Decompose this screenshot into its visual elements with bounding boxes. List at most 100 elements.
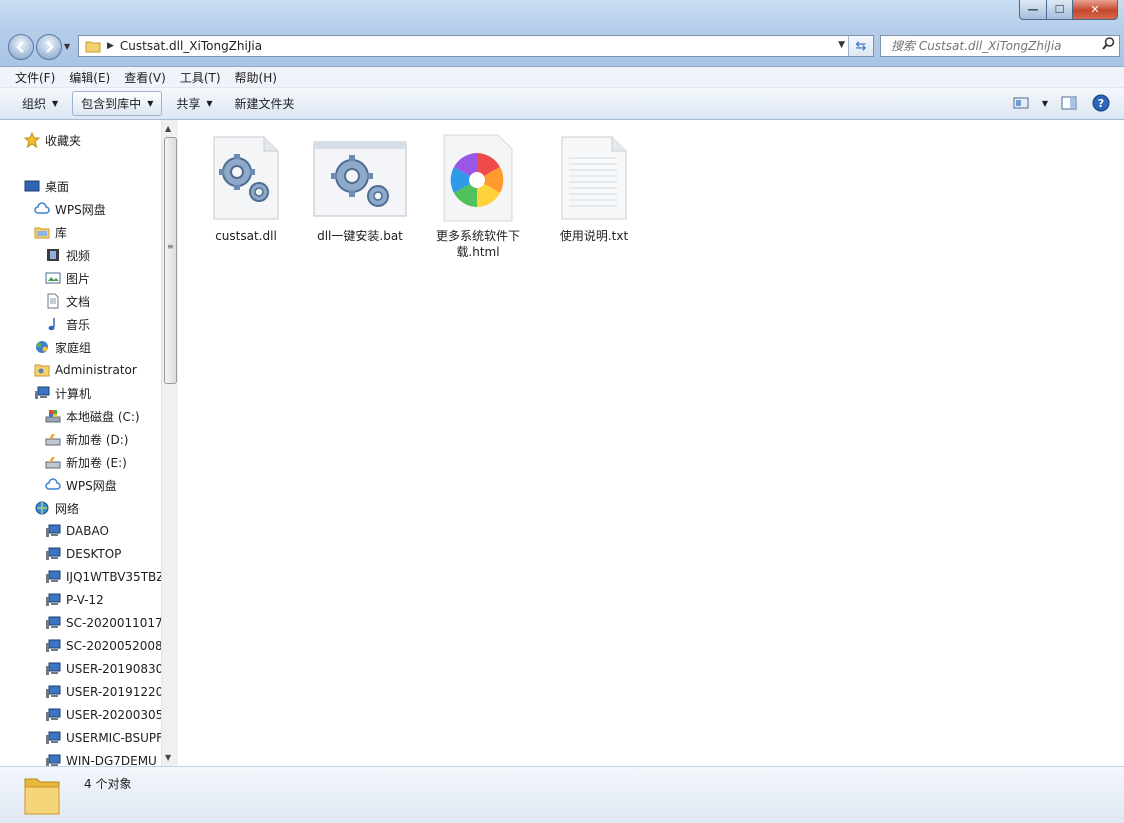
video-icon — [47, 249, 59, 261]
nav-documents[interactable]: 文档 — [45, 291, 90, 311]
txt-document-icon — [561, 136, 627, 220]
nav-host[interactable]: USERMIC-BSUPF — [45, 728, 163, 748]
library-icon — [34, 227, 50, 239]
nav-homegroup[interactable]: 家庭组 — [34, 337, 91, 357]
view-dropdown-icon[interactable]: ▼ — [1042, 99, 1048, 108]
nav-network[interactable]: 网络 — [34, 498, 79, 518]
search-input[interactable] — [889, 38, 1103, 54]
network-computer-icon — [46, 639, 61, 652]
window-controls: — ☐ ✕ — [1019, 0, 1118, 20]
nav-pictures[interactable]: 图片 — [45, 268, 90, 288]
document-icon — [47, 293, 59, 309]
file-item[interactable]: dll一键安装.bat — [312, 132, 408, 244]
organize-button[interactable]: 组织 ▼ — [14, 92, 66, 115]
network-computer-icon — [46, 708, 61, 721]
forward-button[interactable] — [36, 34, 62, 60]
nav-disk-c[interactable]: 本地磁盘 (C:) — [45, 406, 140, 426]
nav-favorites[interactable]: 收藏夹 — [24, 130, 81, 150]
title-bar: — ☐ ✕ ▼ ▶ Custsat.dll_XiTongZhiJia ▼ ⇆ — [0, 0, 1124, 67]
menu-edit[interactable]: 编辑(E) — [62, 69, 117, 86]
preview-pane-button[interactable] — [1058, 92, 1080, 114]
file-list[interactable]: custsat.dll dll一键安装.bat 更多系统软件下载.html 使用… — [178, 120, 1124, 766]
breadcrumb-current[interactable]: Custsat.dll_XiTongZhiJia — [120, 39, 262, 53]
nav-host[interactable]: SC-2020052008 — [45, 636, 163, 656]
user-folder-icon — [34, 364, 50, 377]
breadcrumb-separator-icon[interactable]: ▶ — [107, 41, 114, 51]
file-name: dll一键安装.bat — [317, 229, 403, 243]
nav-host[interactable]: USER-20191220 — [45, 682, 163, 702]
maximize-button[interactable]: ☐ — [1047, 0, 1073, 20]
share-button[interactable]: 共享 ▼ — [168, 92, 220, 115]
nav-wps-cloud-2[interactable]: WPS网盘 — [45, 475, 117, 495]
back-button[interactable] — [8, 34, 34, 60]
item-count: 4 个对象 — [84, 777, 132, 791]
search-icon[interactable] — [1102, 37, 1115, 54]
address-bar[interactable]: ▶ Custsat.dll_XiTongZhiJia ▼ ⇆ — [78, 35, 874, 57]
menu-help[interactable]: 帮助(H) — [228, 69, 284, 86]
nav-computer[interactable]: 计算机 — [34, 383, 91, 403]
system-drive-icon — [45, 410, 61, 423]
nav-videos[interactable]: 视频 — [45, 245, 90, 265]
navigation-pane: 收藏夹 桌面 WPS网盘 库 视频 图片 文档 音乐 家庭组 Administr… — [0, 120, 178, 766]
network-computer-icon — [46, 616, 61, 629]
nav-host[interactable]: USER-20190830 — [45, 659, 163, 679]
nav-host[interactable]: DABAO — [45, 521, 109, 541]
network-computer-icon — [46, 593, 61, 606]
nav-administrator[interactable]: Administrator — [34, 360, 137, 380]
back-arrow-icon — [16, 41, 24, 53]
computer-icon — [35, 386, 50, 399]
nav-host[interactable]: USER-20200305 — [45, 705, 163, 725]
nav-library[interactable]: 库 — [34, 222, 67, 242]
help-icon: ? — [1092, 94, 1110, 112]
refresh-button[interactable]: ⇆ — [848, 36, 873, 56]
nav-music[interactable]: 音乐 — [45, 314, 90, 334]
scroll-thumb[interactable] — [164, 137, 177, 384]
network-computer-icon — [46, 754, 61, 766]
menu-tools[interactable]: 工具(T) — [173, 69, 228, 86]
network-computer-icon — [46, 570, 61, 583]
cloud-icon — [45, 478, 61, 490]
network-computer-icon — [46, 662, 61, 675]
drive-icon — [45, 434, 61, 446]
new-folder-button[interactable]: 新建文件夹 — [227, 92, 303, 115]
nav-wps-cloud[interactable]: WPS网盘 — [34, 199, 106, 219]
homegroup-icon — [36, 341, 48, 353]
browser-html-icon — [443, 134, 513, 222]
nav-disk-e[interactable]: 新加卷 (E:) — [45, 452, 127, 472]
nav-desktop[interactable]: 桌面 — [24, 176, 69, 196]
nav-disk-d[interactable]: 新加卷 (D:) — [45, 429, 128, 449]
history-dropdown-icon[interactable]: ▼ — [64, 42, 70, 51]
file-item[interactable]: 使用说明.txt — [546, 132, 642, 244]
view-options-button[interactable] — [1010, 92, 1032, 114]
scroll-down-icon[interactable]: ▼ — [165, 753, 171, 762]
desktop-icon — [24, 180, 40, 192]
address-dropdown-icon[interactable]: ▼ — [838, 40, 845, 50]
chevron-down-icon: ▼ — [52, 99, 59, 108]
bat-gear-icon — [313, 141, 407, 217]
chevron-down-icon: ▼ — [206, 99, 213, 108]
refresh-icon: ⇆ — [855, 38, 867, 54]
network-icon — [35, 501, 49, 515]
nav-scrollbar[interactable]: ▲ ≡ ▼ — [161, 120, 178, 766]
nav-host[interactable]: DESKTOP — [45, 544, 121, 564]
menu-view[interactable]: 查看(V) — [117, 69, 173, 86]
file-name: 使用说明.txt — [559, 229, 629, 243]
nav-host[interactable]: P-V-12 — [45, 590, 104, 610]
menu-file[interactable]: 文件(F) — [8, 69, 62, 86]
close-button[interactable]: ✕ — [1073, 0, 1118, 20]
file-item[interactable]: 更多系统软件下载.html — [430, 132, 526, 260]
include-library-button[interactable]: 包含到库中 ▼ — [72, 91, 163, 116]
view-icon — [1013, 97, 1029, 109]
nav-host[interactable]: WIN-DG7DEMU — [45, 751, 157, 766]
search-box — [880, 35, 1120, 57]
nav-host[interactable]: SC-2020011017 — [45, 613, 163, 633]
svg-text:?: ? — [1098, 97, 1104, 110]
star-icon — [24, 132, 40, 148]
nav-host[interactable]: IJQ1WTBV35TBZ — [45, 567, 164, 587]
file-item[interactable]: custsat.dll — [198, 132, 294, 244]
file-name: custsat.dll — [215, 229, 277, 243]
scroll-grip-icon: ≡ — [167, 242, 174, 251]
minimize-button[interactable]: — — [1019, 0, 1047, 20]
help-button[interactable]: ? — [1090, 92, 1112, 114]
scroll-up-icon[interactable]: ▲ — [165, 124, 171, 133]
